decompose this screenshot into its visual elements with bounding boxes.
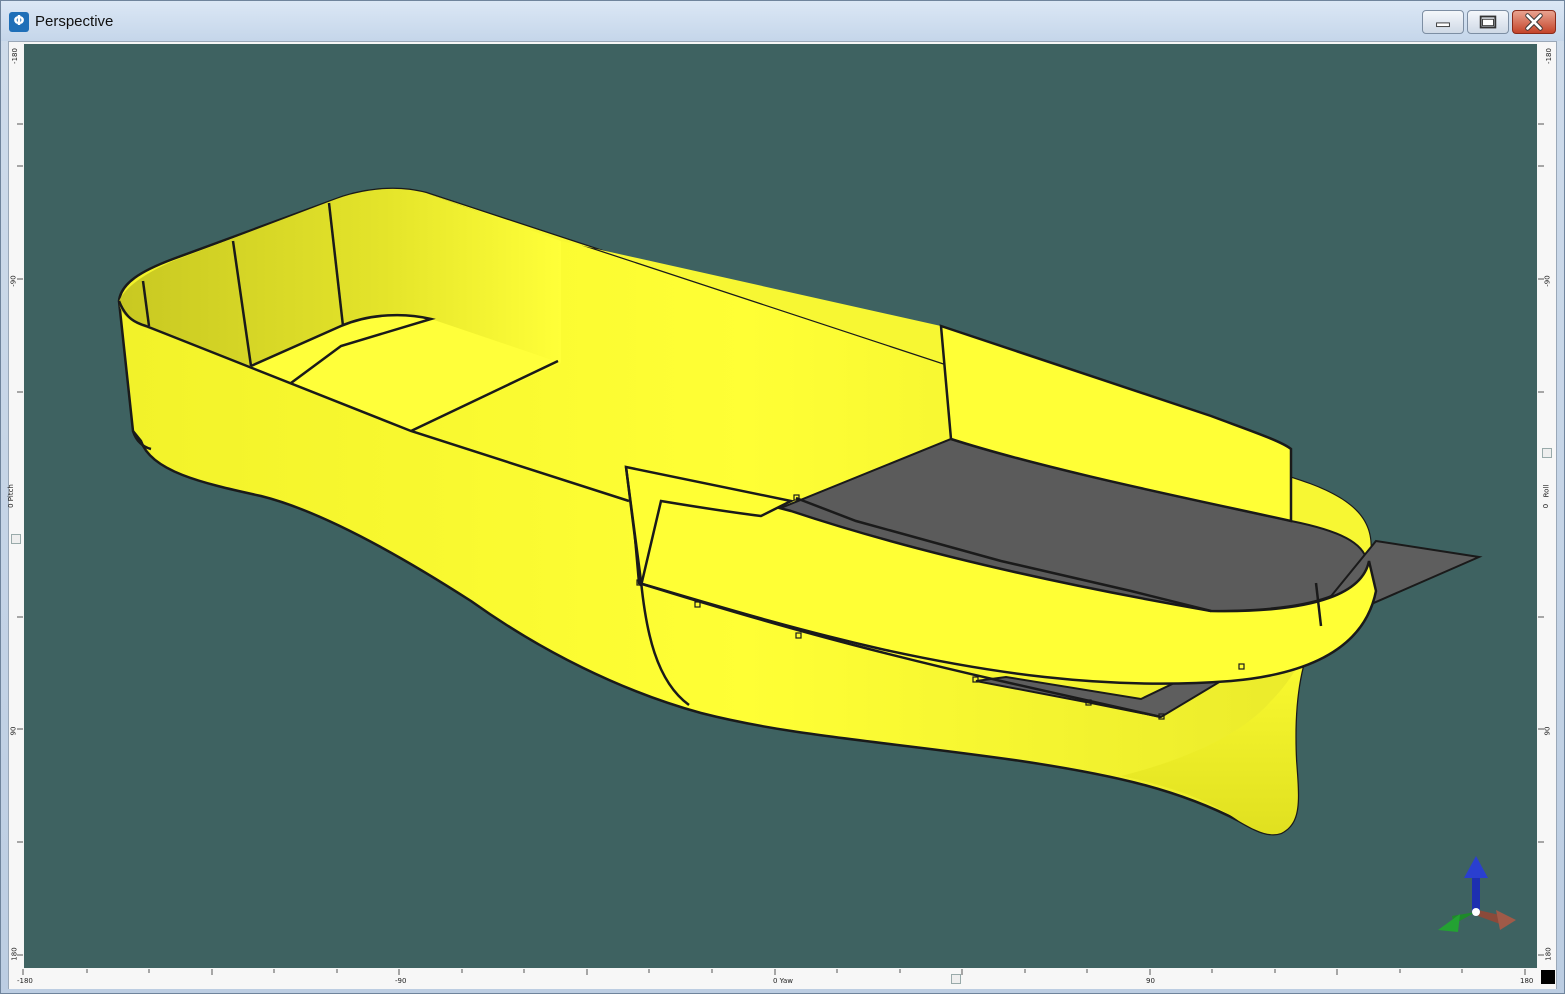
roll-scroll-thumb[interactable] (1542, 448, 1552, 458)
roll-axis-label: Roll (1542, 484, 1551, 498)
pitch-label-upper: -90 (9, 275, 18, 287)
x-axis-arrow (1478, 910, 1516, 930)
perspective-window: Φ Perspective -180 -90 0 Pitch 90 180 -1… (0, 0, 1565, 994)
roll-label-lower: 90 (1543, 726, 1552, 736)
minimize-icon (1436, 22, 1450, 28)
perspective-viewport[interactable] (24, 44, 1537, 968)
pitch-axis-label: 0 Pitch (6, 484, 15, 508)
roll-label-bottom: 180 (1544, 947, 1553, 961)
color-corner-box[interactable] (1541, 970, 1555, 984)
close-icon (1525, 13, 1543, 31)
yaw-label-left: -180 (17, 977, 33, 985)
pitch-label-top: -180 (10, 48, 19, 64)
roll-ruler[interactable]: -180 -90 Roll 0 90 180 (1538, 42, 1556, 970)
yaw-label-left-mid: -90 (395, 977, 407, 985)
pitch-ruler[interactable]: -180 -90 0 Pitch 90 180 (6, 42, 23, 970)
z-axis-arrow (1464, 856, 1488, 912)
yaw-scroll-thumb[interactable] (951, 974, 961, 984)
window-title: Perspective (35, 13, 114, 30)
yaw-label-right: 180 (1520, 977, 1534, 985)
pitch-scroll-thumb[interactable] (11, 534, 21, 544)
y-axis-arrow (1438, 912, 1476, 932)
app-icon[interactable]: Φ (9, 12, 29, 32)
pitch-label-bottom: 180 (10, 947, 19, 961)
roll-axis-value: 0 (1542, 503, 1551, 509)
yaw-ruler[interactable]: -180 -90 0 Yaw 90 180 (9, 969, 1556, 989)
axis-triad (1438, 856, 1516, 932)
maximize-icon (1479, 15, 1497, 29)
hull-model (117, 187, 1483, 836)
roll-label-upper: -90 (1543, 275, 1552, 287)
yaw-axis-label: 0 Yaw (773, 977, 794, 985)
pitch-label-lower: 90 (9, 726, 18, 736)
close-button[interactable] (1512, 10, 1556, 34)
yaw-label-right-mid: 90 (1146, 977, 1155, 985)
roll-label-top: -180 (1544, 48, 1553, 64)
minimize-button[interactable] (1422, 10, 1464, 34)
maximize-button[interactable] (1467, 10, 1509, 34)
title-bar[interactable]: Φ Perspective (1, 1, 1564, 41)
